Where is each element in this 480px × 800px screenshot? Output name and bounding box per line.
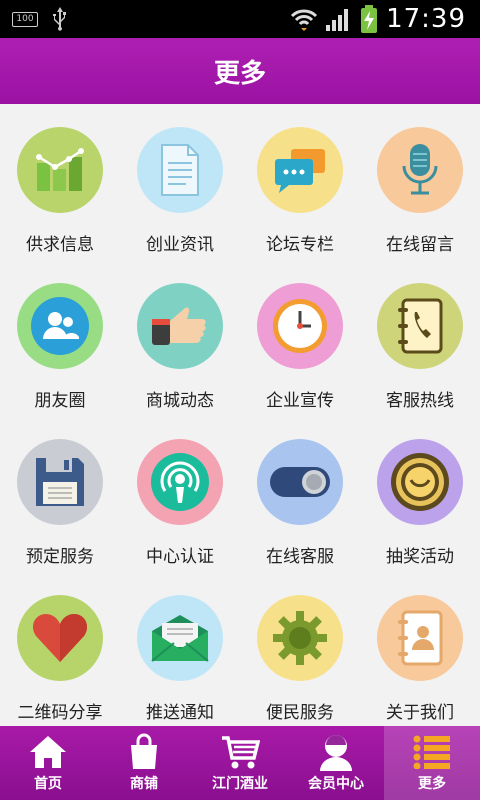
page-header: 更多 <box>0 38 480 104</box>
contact-card-icon <box>377 595 463 681</box>
tab-member-center[interactable]: 会员中心 <box>288 726 384 800</box>
grid-item-label: 推送通知 <box>146 703 214 723</box>
phonebook-icon <box>377 283 463 369</box>
chat-bubbles-icon <box>257 127 343 213</box>
microphone-icon <box>377 127 463 213</box>
home-icon <box>28 733 68 771</box>
floppy-disk-icon <box>17 439 103 525</box>
grid-item-label: 关于我们 <box>386 703 454 723</box>
grid-item-booking[interactable]: 预定服务 <box>0 416 120 572</box>
tab-home[interactable]: 首页 <box>0 726 96 800</box>
tab-more[interactable]: 更多 <box>384 726 480 800</box>
wifi-icon <box>291 9 318 31</box>
grid-item-online-service[interactable]: 在线客服 <box>240 416 360 572</box>
grid-item-label: 论坛专栏 <box>266 235 334 255</box>
user-icon <box>318 733 354 771</box>
grid-item-convenience[interactable]: 便民服务 <box>240 572 360 728</box>
page-title: 更多 <box>213 58 266 89</box>
lucky-button-icon <box>377 439 463 525</box>
envelope-icon <box>137 595 223 681</box>
grid-item-certification[interactable]: 中心认证 <box>120 416 240 572</box>
grid-item-forum[interactable]: 论坛专栏 <box>240 104 360 260</box>
status-bar: 100 17:39 <box>0 0 480 38</box>
battery-level-text: 100 <box>16 14 34 24</box>
tab-label: 商铺 <box>130 776 158 792</box>
grid-item-label: 在线客服 <box>266 547 334 567</box>
grid-item-friends[interactable]: 朋友圈 <box>0 260 120 416</box>
heart-icon <box>17 595 103 681</box>
tab-shops[interactable]: 商铺 <box>96 726 192 800</box>
grid-item-qr-share[interactable]: 二维码分享 <box>0 572 120 728</box>
grid-item-push-notification[interactable]: 推送通知 <box>120 572 240 728</box>
tab-jiangmen-wine[interactable]: 江门酒业 <box>192 726 288 800</box>
feature-grid: 供求信息 创业资讯 论坛专栏 在线留言 朋友圈 商城动态 企业宣传 客服热线 预… <box>0 104 480 726</box>
grid-item-label: 客服热线 <box>386 391 454 411</box>
grid-item-label: 创业资讯 <box>146 235 214 255</box>
grid-item-label: 二维码分享 <box>17 703 103 723</box>
list-icon <box>413 733 451 771</box>
grid-item-label: 预定服务 <box>26 547 94 567</box>
gear-icon <box>257 595 343 681</box>
grid-item-about-us[interactable]: 关于我们 <box>360 572 480 728</box>
clock-time: 17:39 <box>386 4 466 34</box>
grid-item-label: 在线留言 <box>386 235 454 255</box>
grid-item-lottery[interactable]: 抽奖活动 <box>360 416 480 572</box>
thumbs-up-icon <box>137 283 223 369</box>
grid-item-mall-news[interactable]: 商城动态 <box>120 260 240 416</box>
cart-icon <box>220 733 260 771</box>
grid-item-label: 抽奖活动 <box>386 547 454 567</box>
bottom-tab-bar: 首页 商铺 江门酒业 会员中心 更多 <box>0 726 480 800</box>
grid-item-label: 便民服务 <box>266 703 334 723</box>
grid-item-label: 商城动态 <box>146 391 214 411</box>
battery-level-icon: 100 <box>12 11 38 27</box>
battery-charging-icon <box>361 5 378 33</box>
grid-item-startup-news[interactable]: 创业资讯 <box>120 104 240 260</box>
friends-icon <box>17 283 103 369</box>
clock-icon <box>257 283 343 369</box>
tab-label: 更多 <box>418 776 446 792</box>
grid-item-label: 企业宣传 <box>266 391 334 411</box>
shopping-bag-icon <box>129 733 159 771</box>
toggle-switch-icon <box>257 439 343 525</box>
grid-item-leave-message[interactable]: 在线留言 <box>360 104 480 260</box>
tab-label: 首页 <box>34 776 62 792</box>
tab-label: 会员中心 <box>308 776 364 792</box>
grid-item-label: 供求信息 <box>26 235 94 255</box>
document-icon <box>137 127 223 213</box>
signal-icon <box>326 9 349 31</box>
podcast-icon <box>137 439 223 525</box>
tab-label: 江门酒业 <box>212 776 268 792</box>
chart-bars-icon <box>17 127 103 213</box>
grid-item-corporate-promo[interactable]: 企业宣传 <box>240 260 360 416</box>
grid-item-hotline[interactable]: 客服热线 <box>360 260 480 416</box>
grid-item-label: 朋友圈 <box>34 391 86 411</box>
grid-item-label: 中心认证 <box>146 547 214 567</box>
grid-item-supply-info[interactable]: 供求信息 <box>0 104 120 260</box>
usb-icon <box>53 7 66 31</box>
